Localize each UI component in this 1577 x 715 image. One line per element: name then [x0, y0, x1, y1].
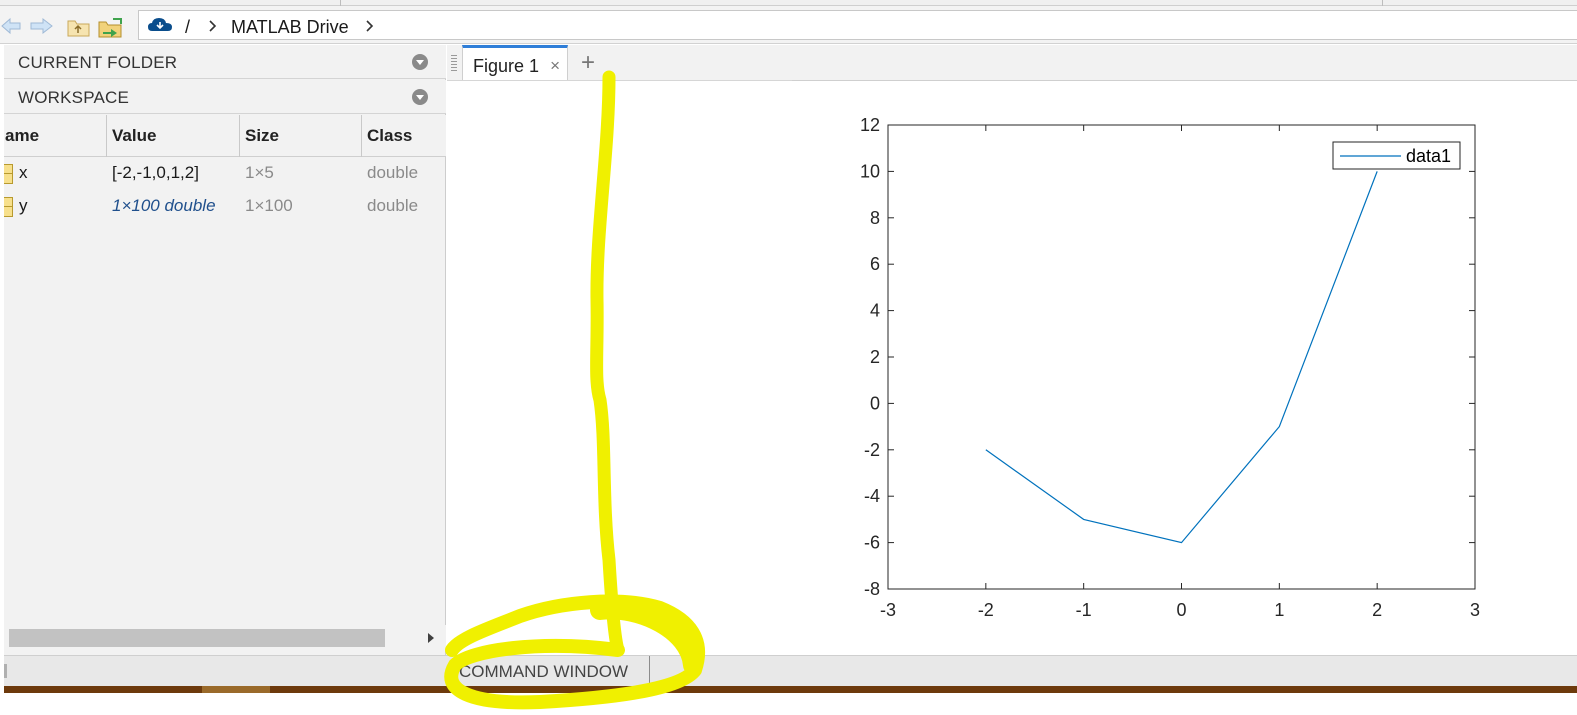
close-icon[interactable]: × — [550, 56, 560, 76]
scrollbar-thumb[interactable] — [9, 629, 385, 647]
var-name: x — [19, 163, 28, 182]
var-value: [-2,-1,0,1,2] — [112, 163, 199, 182]
var-class: double — [367, 163, 419, 182]
y-tick-label: 0 — [870, 393, 880, 413]
var-size: 1×5 — [245, 163, 274, 182]
variable-icon — [4, 164, 13, 184]
var-class: double — [367, 196, 419, 215]
legend-label: data1 — [1406, 146, 1451, 166]
y-tick-label: -4 — [864, 486, 880, 506]
x-tick-label: 1 — [1274, 600, 1284, 620]
x-tick-label: 0 — [1176, 600, 1186, 620]
drag-grip-icon[interactable] — [451, 55, 457, 71]
forward-arrow-icon[interactable] — [28, 16, 54, 36]
path-folder[interactable]: MATLAB Drive — [231, 17, 349, 38]
column-header-name[interactable]: ame — [0, 115, 107, 157]
path-box[interactable]: / MATLAB Drive — [138, 10, 1577, 40]
command-window-label: COMMAND WINDOW — [459, 662, 629, 681]
command-window-bar: COMMAND WINDOW — [4, 655, 1577, 687]
chevron-right-icon[interactable] — [364, 19, 374, 33]
current-folder-menu-icon[interactable] — [412, 54, 428, 70]
y-tick-label: 8 — [870, 208, 880, 228]
workspace-menu-icon[interactable] — [412, 89, 428, 105]
column-header-size[interactable]: Size — [240, 115, 362, 157]
current-folder-label: CURRENT FOLDER — [18, 53, 178, 72]
var-value: 1×100 double — [112, 196, 216, 215]
panel-grip-icon[interactable] — [4, 664, 7, 678]
variable-icon — [4, 197, 13, 217]
x-tick-label: -2 — [978, 600, 994, 620]
y-tick-label: -6 — [864, 533, 880, 553]
plot-area — [887, 124, 1476, 590]
workspace-label: WORKSPACE — [18, 88, 130, 107]
figure-divider — [447, 80, 792, 81]
column-header-value[interactable]: Value — [107, 115, 240, 157]
y-tick-label: 6 — [870, 254, 880, 274]
column-header-class[interactable]: Class — [362, 115, 446, 157]
x-tick-label: 2 — [1372, 600, 1382, 620]
y-tick-label: 10 — [860, 161, 880, 181]
y-tick-label: 12 — [860, 115, 880, 135]
x-tick-label: -1 — [1076, 600, 1092, 620]
horizontal-scrollbar[interactable] — [4, 625, 446, 651]
cloud-icon[interactable] — [147, 16, 173, 34]
up-folder-icon[interactable] — [66, 16, 92, 38]
y-tick-label: 4 — [870, 301, 880, 321]
y-tick-label: -8 — [864, 579, 880, 599]
figure-tab-strip: Figure 1 × + — [447, 45, 1577, 81]
var-size: 1×100 — [245, 196, 293, 215]
scroll-right-arrow-icon[interactable] — [428, 633, 434, 643]
taskbar-strip — [4, 686, 1577, 693]
taskbar-highlight — [202, 686, 270, 693]
x-tick-label: -3 — [880, 600, 896, 620]
browse-folder-icon[interactable] — [97, 16, 125, 40]
tab-command-window[interactable]: COMMAND WINDOW — [445, 656, 650, 687]
y-tick-label: -2 — [864, 440, 880, 460]
back-arrow-icon[interactable] — [0, 16, 22, 36]
tab-figure-1[interactable]: Figure 1 × — [462, 45, 568, 81]
y-tick-label: 2 — [870, 347, 880, 367]
table-row[interactable]: x [-2,-1,0,1,2] 1×5 double — [4, 158, 446, 190]
add-tab-icon[interactable]: + — [581, 49, 595, 77]
workspace-header[interactable]: WORKSPACE — [4, 80, 446, 114]
path-root[interactable]: / — [185, 17, 190, 38]
current-folder-header[interactable]: CURRENT FOLDER — [4, 45, 446, 79]
x-tick-label: 3 — [1470, 600, 1480, 620]
var-name: y — [19, 196, 28, 215]
table-row[interactable]: y 1×100 double 1×100 double — [4, 191, 446, 223]
chevron-right-icon[interactable] — [207, 19, 217, 33]
tab-label: Figure 1 — [473, 56, 540, 76]
line-chart[interactable]: -3 -2 -1 0 1 2 3-8-6-4-2024681012data1 — [447, 82, 1577, 654]
workspace-table-header: ame Value Size Class — [4, 115, 446, 157]
address-bar: / MATLAB Drive — [0, 6, 1577, 44]
